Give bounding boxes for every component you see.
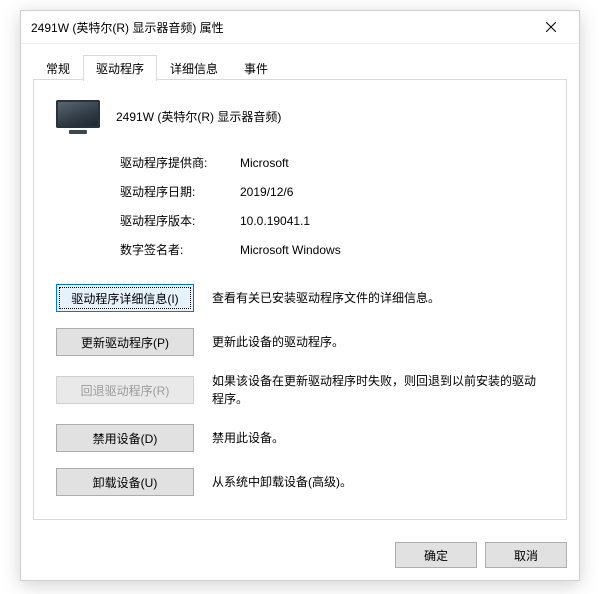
driver-info: 驱动程序提供商: Microsoft 驱动程序日期: 2019/12/6 驱动程… (120, 154, 544, 258)
action-row-details: 驱动程序详细信息(I) 查看有关已安装驱动程序文件的详细信息。 (56, 284, 544, 312)
window-title: 2491W (英特尔(R) 显示器音频) 属性 (31, 19, 531, 36)
driver-details-desc: 查看有关已安装驱动程序文件的详细信息。 (212, 289, 544, 307)
action-row-rollback: 回退驱动程序(R) 如果该设备在更新驱动程序时失败，则回退到以前安装的驱动程序。 (56, 372, 544, 408)
driver-details-button[interactable]: 驱动程序详细信息(I) (56, 284, 194, 312)
label-version: 驱动程序版本: (120, 212, 240, 229)
disable-device-label: 禁用设备(D) (93, 430, 158, 447)
tab-details[interactable]: 详细信息 (157, 55, 231, 81)
cancel-button[interactable]: 取消 (485, 542, 567, 568)
value-version: 10.0.19041.1 (240, 214, 544, 228)
close-button[interactable] (531, 13, 571, 41)
update-driver-button[interactable]: 更新驱动程序(P) (56, 328, 194, 356)
uninstall-device-button[interactable]: 卸载设备(U) (56, 468, 194, 496)
ok-button[interactable]: 确定 (395, 542, 477, 568)
driver-details-label: 驱动程序详细信息(I) (71, 290, 178, 307)
row-signer: 数字签名者: Microsoft Windows (120, 241, 544, 258)
monitor-icon (56, 100, 100, 132)
tab-events[interactable]: 事件 (231, 55, 281, 81)
dialog-content: 常规 驱动程序 详细信息 事件 2491W (英特尔(R) 显示器音频) 驱动程… (21, 44, 579, 532)
rollback-driver-desc: 如果该设备在更新驱动程序时失败，则回退到以前安装的驱动程序。 (212, 372, 544, 408)
device-header: 2491W (英特尔(R) 显示器音频) (56, 100, 544, 132)
row-date: 驱动程序日期: 2019/12/6 (120, 183, 544, 200)
uninstall-device-label: 卸载设备(U) (93, 474, 158, 491)
disable-device-button[interactable]: 禁用设备(D) (56, 424, 194, 452)
disable-device-desc: 禁用此设备。 (212, 429, 544, 447)
action-row-update: 更新驱动程序(P) 更新此设备的驱动程序。 (56, 328, 544, 356)
dialog-footer: 确定 取消 (21, 532, 579, 580)
rollback-driver-button: 回退驱动程序(R) (56, 376, 194, 404)
tab-pane-driver: 2491W (英特尔(R) 显示器音频) 驱动程序提供商: Microsoft … (33, 80, 567, 520)
uninstall-device-desc: 从系统中卸载设备(高级)。 (212, 473, 544, 491)
tab-driver[interactable]: 驱动程序 (83, 55, 157, 81)
value-date: 2019/12/6 (240, 185, 544, 199)
tab-strip: 常规 驱动程序 详细信息 事件 (33, 54, 567, 80)
row-provider: 驱动程序提供商: Microsoft (120, 154, 544, 171)
titlebar: 2491W (英特尔(R) 显示器音频) 属性 (21, 11, 579, 44)
update-driver-label: 更新驱动程序(P) (81, 334, 169, 351)
label-signer: 数字签名者: (120, 241, 240, 258)
rollback-driver-label: 回退驱动程序(R) (81, 382, 170, 399)
action-row-uninstall: 卸载设备(U) 从系统中卸载设备(高级)。 (56, 468, 544, 496)
properties-dialog: 2491W (英特尔(R) 显示器音频) 属性 常规 驱动程序 详细信息 事件 … (20, 10, 580, 581)
device-name: 2491W (英特尔(R) 显示器音频) (116, 108, 281, 125)
row-version: 驱动程序版本: 10.0.19041.1 (120, 212, 544, 229)
update-driver-desc: 更新此设备的驱动程序。 (212, 333, 544, 351)
label-date: 驱动程序日期: (120, 183, 240, 200)
cancel-label: 取消 (514, 547, 538, 564)
value-provider: Microsoft (240, 156, 544, 170)
ok-label: 确定 (424, 547, 448, 564)
close-icon (546, 22, 556, 32)
label-provider: 驱动程序提供商: (120, 154, 240, 171)
action-row-disable: 禁用设备(D) 禁用此设备。 (56, 424, 544, 452)
tab-general[interactable]: 常规 (33, 55, 83, 81)
value-signer: Microsoft Windows (240, 243, 544, 257)
